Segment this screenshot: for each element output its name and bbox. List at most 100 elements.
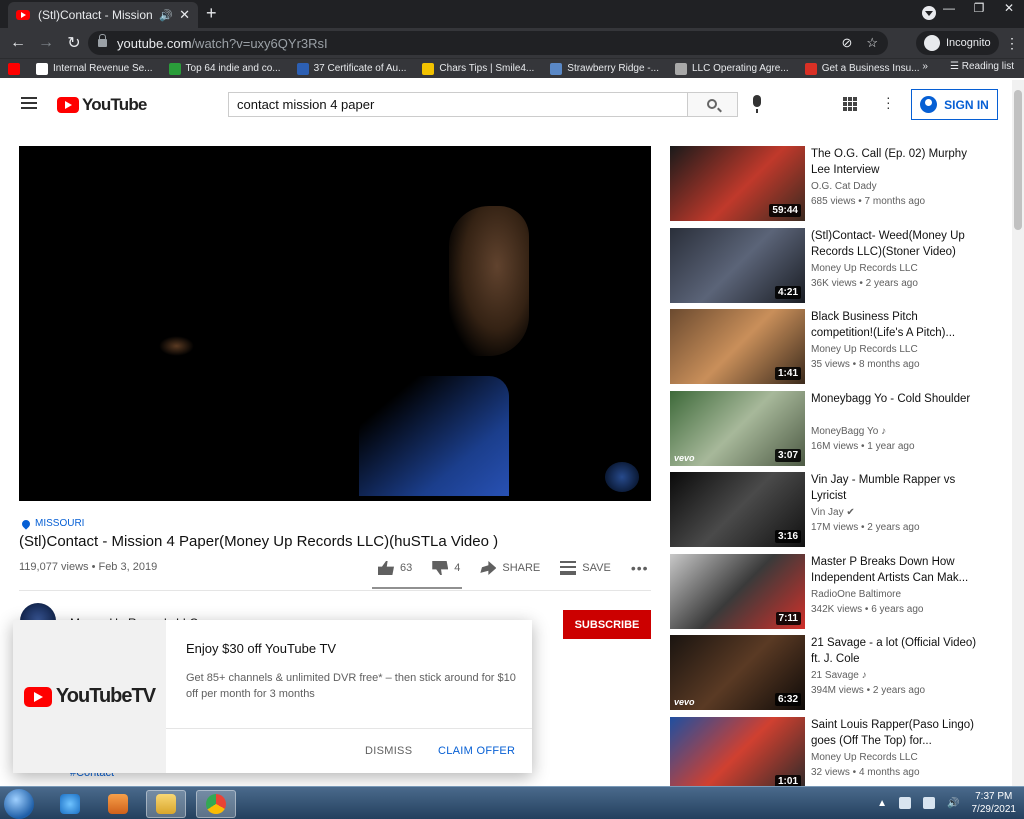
youtube-wordmark: YouTube <box>82 95 147 114</box>
claim-offer-button[interactable]: CLAIM OFFER <box>438 745 515 757</box>
video-thumbnail[interactable]: 59:44 <box>670 146 805 221</box>
bookmark-item[interactable]: LLC Operating Agre... <box>667 62 797 75</box>
chrome-icon[interactable] <box>196 790 236 818</box>
video-player[interactable] <box>19 146 651 501</box>
recommended-channel[interactable]: 21 Savage ♪ <box>811 670 867 681</box>
browser-tab[interactable]: (Stl)Contact - Mission 4 Paper 🔊 ✕ <box>8 2 198 28</box>
bookmark-item[interactable]: 37 Certificate of Au... <box>289 62 415 75</box>
recommended-video-title[interactable]: Black Business Pitch competition!(Life's… <box>811 309 981 341</box>
recommended-video-title[interactable]: Moneybagg Yo - Cold Shoulder <box>811 391 981 407</box>
system-tray: ▲ 🔊 7:37 PM 7/29/2021 <box>877 790 1016 816</box>
subscribe-button[interactable]: SUBSCRIBE <box>563 610 651 639</box>
show-hidden-icons-icon[interactable]: ▲ <box>877 798 887 809</box>
windows-taskbar: ▲ 🔊 7:37 PM 7/29/2021 <box>0 786 1024 819</box>
bookmark-youtube[interactable] <box>0 62 28 75</box>
location-link[interactable]: MISSOURI <box>20 517 84 530</box>
close-tab-icon[interactable]: ✕ <box>179 7 190 23</box>
settings-more-icon[interactable]: · · · <box>886 90 892 114</box>
dismiss-button[interactable]: DISMISS <box>365 745 412 757</box>
volume-icon[interactable]: 🔊 <box>947 798 959 809</box>
bookmark-item[interactable]: Get a Business Insu... <box>797 62 928 75</box>
back-arrow-icon[interactable]: ← <box>4 34 32 52</box>
video-thumbnail[interactable]: vevo 3:07 <box>670 390 805 466</box>
video-thumbnail[interactable]: vevo 6:32 <box>670 635 805 710</box>
close-window-icon[interactable]: ✕ <box>994 0 1024 20</box>
recommended-video-meta: 35 views • 8 months ago <box>811 359 920 370</box>
recommended-channel[interactable]: Money Up Records LLC <box>811 263 918 274</box>
recommended-video[interactable]: vevo 3:07 Moneybagg Yo - Cold Shoulder Mone… <box>670 390 1000 466</box>
media-player-icon[interactable] <box>98 790 138 818</box>
restore-icon[interactable]: ❐ <box>964 0 994 20</box>
video-duration: 59:44 <box>769 204 801 217</box>
menu-hamburger-icon[interactable] <box>21 97 37 109</box>
youtube-logo[interactable]: YouTube <box>57 95 147 115</box>
channel-watermark-icon[interactable] <box>605 462 639 492</box>
recommended-video[interactable]: 59:44 The O.G. Call (Ep. 02) Murphy Lee I… <box>670 146 1000 221</box>
recommended-channel[interactable]: Vin Jay ✔ <box>811 507 855 518</box>
video-frame-detail <box>449 206 529 356</box>
incognito-indicator[interactable]: Incognito <box>916 31 999 55</box>
microphone-icon[interactable] <box>753 95 761 113</box>
bookmark-item[interactable]: Internal Revenue Se... <box>28 62 161 75</box>
sign-in-button[interactable]: SIGN IN <box>911 89 998 120</box>
video-thumbnail[interactable]: 1:01 <box>670 716 805 792</box>
recommended-channel[interactable]: MoneyBagg Yo ♪ <box>811 426 886 437</box>
bookmark-item[interactable]: Strawberry Ridge -... <box>542 62 667 75</box>
recommended-video-title[interactable]: Saint Louis Rapper(Paso Lingo) goes (Off… <box>811 717 981 749</box>
video-thumbnail[interactable]: 1:41 <box>670 309 805 384</box>
more-bookmarks-button[interactable]: » <box>922 61 928 72</box>
recommended-video-title[interactable]: (Stl)Contact- Weed(Money Up Records LLC)… <box>811 228 981 260</box>
recommended-video[interactable]: 4:21 (Stl)Contact- Weed(Money Up Records … <box>670 227 1000 303</box>
file-explorer-icon[interactable] <box>146 790 186 818</box>
action-center-icon[interactable] <box>899 797 912 809</box>
recommended-video-title[interactable]: Master P Breaks Down How Independent Art… <box>811 554 981 586</box>
speaker-icon[interactable]: 🔊 <box>159 9 173 22</box>
page-scrollbar[interactable] <box>1012 80 1024 786</box>
start-button[interactable] <box>4 789 34 819</box>
recommended-video[interactable]: 3:16 Vin Jay - Mumble Rapper vs Lyricist V… <box>670 472 1000 547</box>
scrollbar-thumb[interactable] <box>1014 90 1022 230</box>
recommended-channel[interactable]: RadioOne Baltimore <box>811 589 901 600</box>
video-duration: 7:11 <box>775 611 801 625</box>
reload-icon[interactable]: ↻ <box>60 33 88 53</box>
new-tab-button[interactable]: + <box>206 3 217 24</box>
lock-icon[interactable] <box>98 34 107 47</box>
video-thumbnail[interactable]: 7:11 <box>670 553 805 629</box>
clock[interactable]: 7:37 PM 7/29/2021 <box>972 790 1017 816</box>
recommended-video[interactable]: 7:11 Master P Breaks Down How Independent… <box>670 553 1000 629</box>
video-frame-detail <box>359 376 509 496</box>
reading-list-button[interactable]: ☰ Reading list <box>950 61 1014 72</box>
search-button[interactable] <box>688 92 738 117</box>
chrome-menu-icon[interactable]: ⋮ <box>1005 35 1019 52</box>
recommended-video[interactable]: 1:41 Black Business Pitch competition!(Li… <box>670 309 1000 384</box>
network-icon[interactable] <box>923 797 936 809</box>
share-button[interactable]: SHARE <box>480 561 540 575</box>
forward-arrow-icon[interactable]: → <box>32 34 60 52</box>
tracking-blocked-icon[interactable]: ⊘ <box>841 35 852 51</box>
clock-date: 7/29/2021 <box>971 804 1017 815</box>
save-button[interactable]: SAVE <box>560 561 611 575</box>
internet-explorer-icon[interactable] <box>50 790 90 818</box>
video-thumbnail[interactable]: 4:21 <box>670 227 805 303</box>
bookmark-item[interactable]: Top 64 indie and co... <box>161 62 289 75</box>
recommended-channel[interactable]: Money Up Records LLC <box>811 752 918 763</box>
more-actions-icon[interactable]: ••• <box>631 560 649 576</box>
search-input[interactable]: contact mission 4 paper <box>228 92 688 117</box>
like-button[interactable]: 63 <box>378 561 412 575</box>
recommended-channel[interactable]: O.G. Cat Dady <box>811 181 877 192</box>
divider <box>166 728 532 729</box>
recommended-video-title[interactable]: 21 Savage - a lot (Official Video) ft. J… <box>811 635 981 667</box>
recommended-video-title[interactable]: Vin Jay - Mumble Rapper vs Lyricist <box>811 472 981 504</box>
dislike-button[interactable]: 4 <box>432 561 460 575</box>
recommended-channel[interactable]: Money Up Records LLC <box>811 344 918 355</box>
address-bar[interactable]: youtube.com /watch?v=uxy6QYr3RsI ⊘ ☆ <box>88 31 888 55</box>
bookmark-item[interactable]: Chars Tips | Smile4... <box>414 62 542 75</box>
minimize-icon[interactable]: — <box>934 0 964 20</box>
video-thumbnail[interactable]: 3:16 <box>670 472 805 547</box>
apps-grid-icon[interactable] <box>843 97 857 111</box>
bookmark-star-icon[interactable]: ☆ <box>866 35 878 51</box>
recommended-video[interactable]: 1:01 Saint Louis Rapper(Paso Lingo) goes … <box>670 716 1000 792</box>
recommended-video[interactable]: vevo 6:32 21 Savage - a lot (Official Vide… <box>670 635 1000 710</box>
recommended-video-title[interactable]: The O.G. Call (Ep. 02) Murphy Lee Interv… <box>811 146 981 178</box>
channel-badge-icon: ♪ <box>881 425 887 437</box>
